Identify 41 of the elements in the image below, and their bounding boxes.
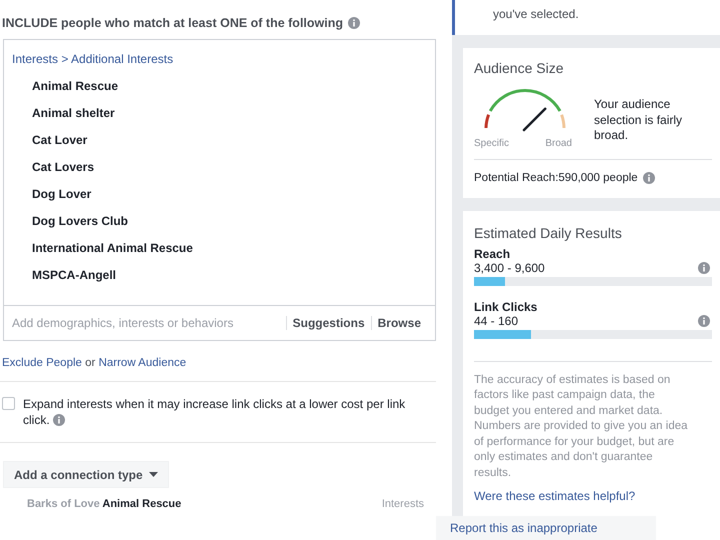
browse-button[interactable]: Browse (370, 316, 427, 330)
suggestion-category: Interests (382, 498, 424, 510)
info-icon[interactable] (698, 314, 710, 326)
narrow-link[interactable]: Narrow Audience (98, 357, 186, 369)
interest-item[interactable]: Animal shelter (32, 106, 115, 120)
info-icon[interactable] (698, 262, 710, 274)
card-title: Audience Size (474, 59, 565, 76)
interest-item[interactable]: International Animal Rescue (32, 241, 193, 255)
expand-option-label[interactable]: Expand interests when it may increase link clicks at a lower cost per link click. (23, 396, 423, 428)
metric-name: Link Clicks (474, 300, 538, 314)
metric-range: 44 - 160 (474, 314, 518, 328)
connection-type-dropdown[interactable]: Add a connection type (3, 461, 169, 488)
caret-icon (148, 472, 158, 477)
interest-item[interactable]: MSPCA-Angell (32, 268, 116, 282)
metric-name: Reach (474, 246, 512, 260)
estimates-note: The accuracy of estimates is based on factors like past campaign data, the budget you entered and market data. Numbers are provided to give you an idea of performance for your budget, but are only estimates and don't guarantee results. (474, 360, 712, 481)
interest-item[interactable]: Dog Lover (32, 187, 92, 201)
card-title: Estimated Daily Results (474, 224, 623, 240)
suggestions-button[interactable]: Suggestions (286, 316, 371, 330)
include-heading: INCLUDE people who match at least ONE of the following (2, 16, 343, 30)
breadcrumb[interactable]: Interests > Additional Interests (12, 52, 435, 66)
interest-item[interactable]: Cat Lover (32, 133, 88, 147)
report-link[interactable]: Report this as inappropriate (436, 516, 656, 540)
or-text: or (85, 357, 96, 369)
info-icon[interactable] (348, 17, 360, 29)
gauge-low-label: Specific (474, 138, 510, 148)
info-icon[interactable] (642, 172, 655, 184)
potential-reach: Potential Reach:590,000 people (474, 172, 638, 184)
interest-item[interactable]: Dog Lovers Club (32, 214, 128, 228)
suggestion-name[interactable]: Barks of Love Animal Rescue (27, 498, 182, 510)
gauge-high-label: Broad (545, 138, 572, 148)
checkbox[interactable] (2, 397, 15, 410)
exclude-link[interactable]: Exclude People (2, 357, 82, 369)
tip-text: you've selected. (493, 7, 579, 21)
metric-range: 3,400 - 9,600 (474, 260, 545, 274)
info-icon[interactable] (52, 414, 65, 426)
feedback-link[interactable]: Were these estimates helpful? (474, 489, 636, 503)
interest-item[interactable]: Animal Rescue (32, 79, 118, 93)
audience-description: Your audience selection is fairly broad. (594, 96, 684, 144)
search-field[interactable]: Add demographics, interests or behaviors (12, 316, 286, 330)
interest-item[interactable]: Cat Lovers (32, 160, 94, 174)
